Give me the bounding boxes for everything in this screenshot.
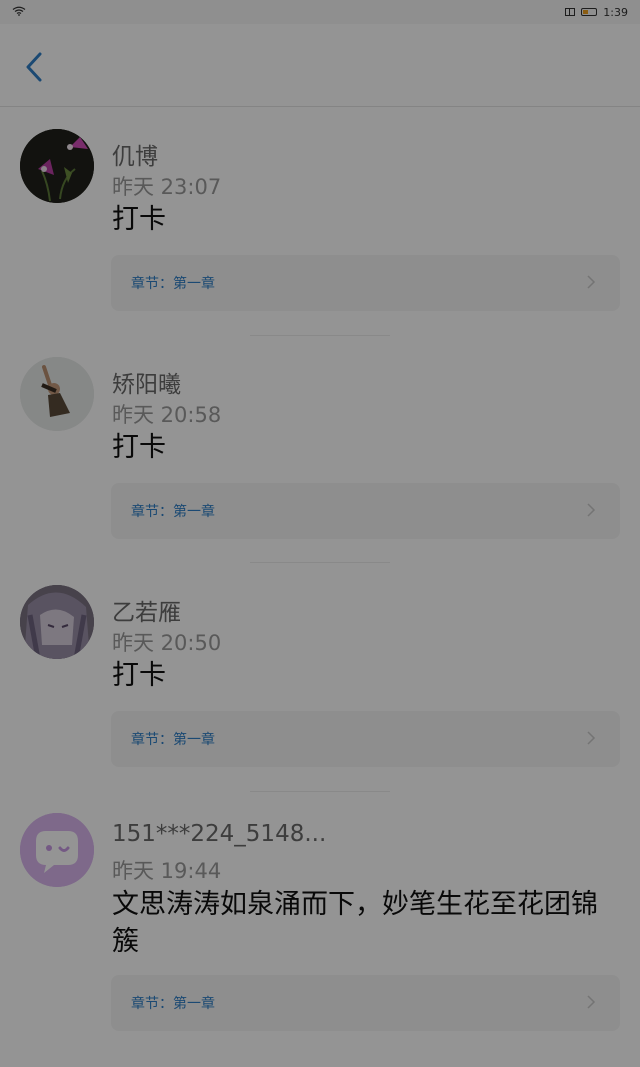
comments-page: 1:39 仉博 昨天 23:07 打卡 章节：第一章 矫阳曦 昨天 20:58 … (0, 0, 640, 1067)
dim-overlay[interactable] (0, 0, 640, 1067)
